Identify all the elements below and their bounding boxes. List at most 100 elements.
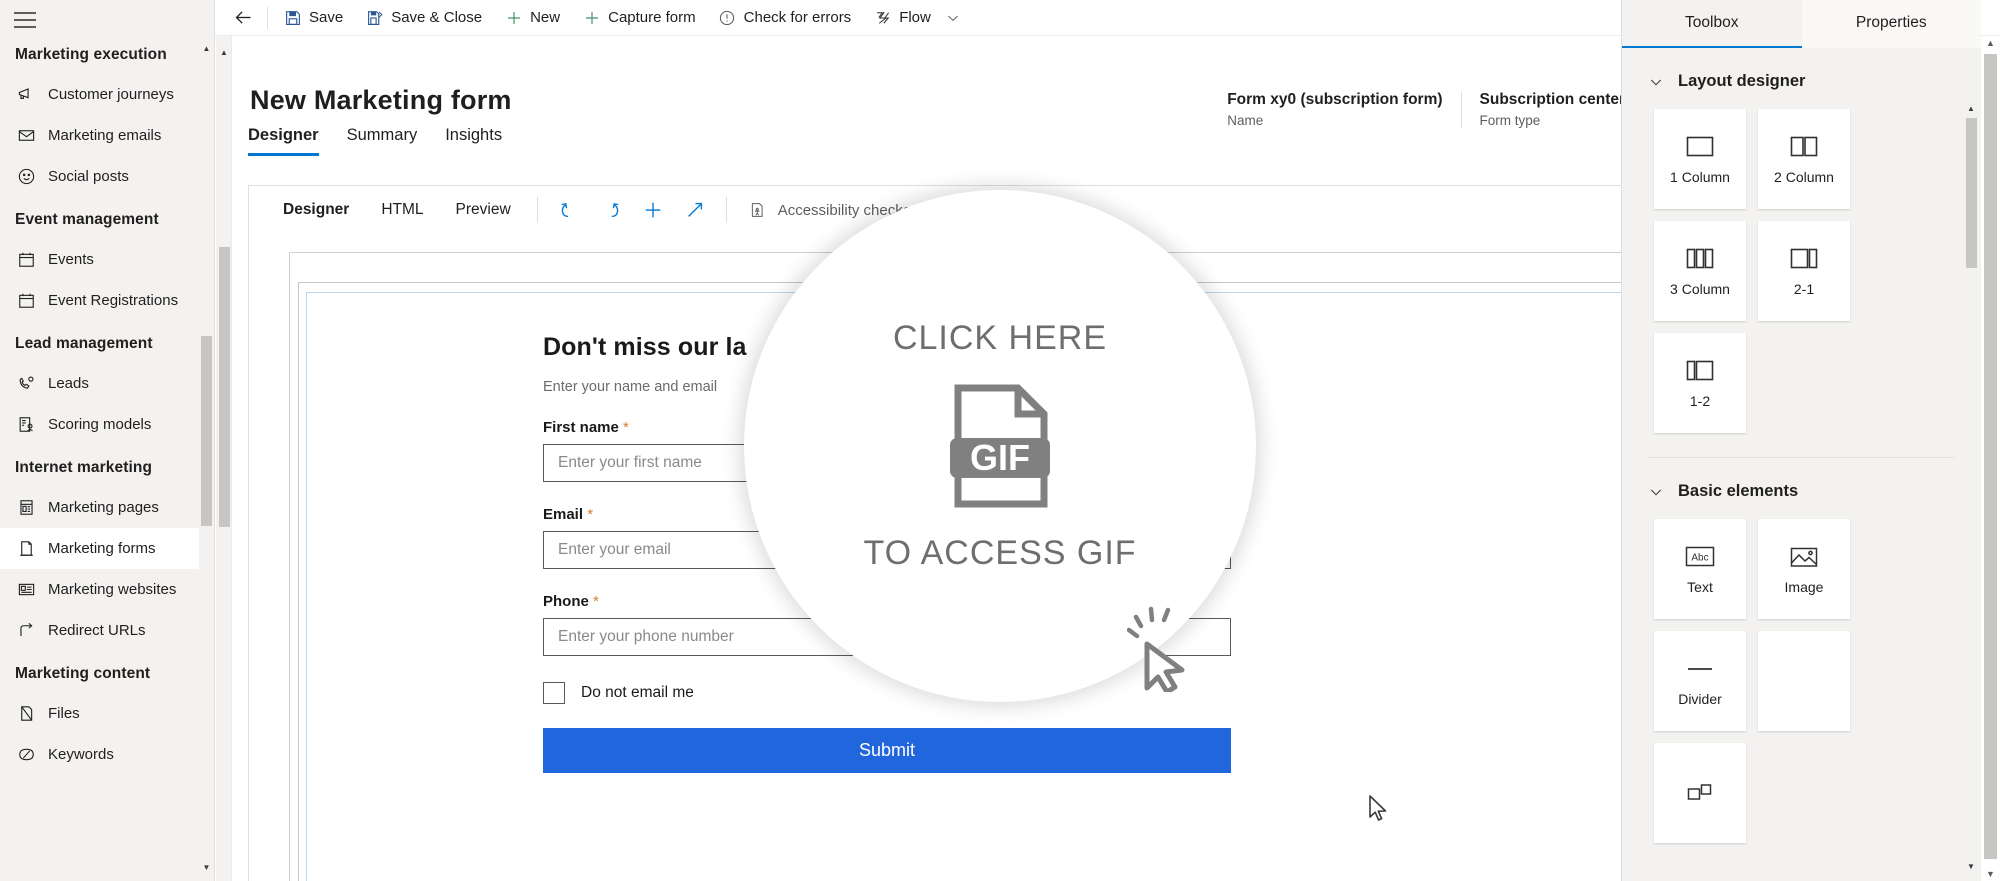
divider-icon (1685, 656, 1715, 682)
scroll-up-arrow[interactable]: ▲ (216, 48, 232, 57)
gif-overlay-bottom-text: TO ACCESS GIF (863, 534, 1137, 572)
header-fact-form-type[interactable]: Subscription center Form type (1460, 91, 1644, 128)
new-button[interactable]: New (493, 0, 571, 36)
mouse-cursor (1368, 795, 1390, 830)
required-asterisk: * (587, 506, 594, 523)
tab-insights[interactable]: Insights (445, 126, 502, 156)
redo-icon[interactable] (590, 193, 632, 227)
sidebar-item-label: Scoring models (48, 416, 152, 433)
scroll-down-arrow[interactable]: ▼ (199, 859, 214, 875)
files-icon (16, 704, 36, 724)
save-and-close-button[interactable]: Save & Close (354, 0, 493, 36)
website-icon (16, 580, 36, 600)
form-field-label-text: First name (543, 419, 619, 436)
plus-icon (504, 8, 523, 27)
card-partial-next-row-1[interactable] (1758, 631, 1850, 731)
calendar-icon (16, 250, 36, 270)
card-2-1-column[interactable]: 2-1 (1758, 221, 1850, 321)
layout-designer-cards: 1 Column 2 Column 3 Column 2-1 1-2 (1622, 91, 1938, 433)
sidebar-item-event-registrations[interactable]: Event Registrations (0, 280, 214, 321)
required-asterisk: * (623, 419, 629, 436)
section-layout-designer[interactable]: Layout designer (1622, 48, 1981, 91)
flow-button-label: Flow (899, 9, 931, 26)
card-partial-next-row-2[interactable] (1654, 743, 1746, 843)
page-scrollbar[interactable]: ▲ ▼ (1981, 36, 2000, 881)
hamburger-icon[interactable] (14, 12, 36, 28)
undo-icon[interactable] (548, 193, 590, 227)
sidebar-item-marketing-forms[interactable]: Marketing forms (0, 528, 214, 569)
page-title: New Marketing form (250, 85, 512, 115)
card-image[interactable]: Image (1758, 519, 1850, 619)
sidebar-item-scoring-models[interactable]: Scoring models (0, 404, 214, 445)
form-field-label-text: Email (543, 506, 584, 523)
toolbox-scrollbar[interactable]: ▲ ▼ (1963, 104, 1979, 871)
scrollbar-thumb[interactable] (1966, 118, 1977, 268)
designer-mode-designer[interactable]: Designer (267, 193, 365, 227)
gif-overlay-top-text: CLICK HERE (892, 319, 1108, 357)
sidebar-item-customer-journeys[interactable]: Customer journeys (0, 74, 214, 115)
save-button[interactable]: Save (272, 0, 354, 36)
chevron-down-icon[interactable] (942, 0, 970, 36)
content-rail-scrollbar[interactable]: ▲ (216, 36, 232, 881)
designer-mode-html[interactable]: HTML (365, 193, 439, 227)
scroll-up-arrow[interactable]: ▲ (199, 40, 214, 56)
save-and-close-button-label: Save & Close (391, 9, 483, 26)
sidebar-item-redirect-urls[interactable]: Redirect URLs (0, 610, 214, 651)
back-arrow-icon[interactable] (223, 0, 263, 36)
capture-form-button-label: Capture form (608, 9, 696, 26)
tab-designer[interactable]: Designer (248, 126, 319, 156)
divider (267, 6, 268, 29)
divider (725, 197, 727, 223)
sidebar-item-label: Leads (48, 375, 89, 392)
sidebar-item-keywords[interactable]: Keywords (0, 734, 214, 775)
sitemap-scrollbar[interactable]: ▲ ▼ (199, 36, 214, 881)
accessibility-checker-icon (749, 201, 768, 220)
header-fact-name[interactable]: Form xy0 (subscription form) Name (1209, 91, 1460, 128)
new-button-label: New (530, 9, 561, 26)
checkbox[interactable] (543, 682, 565, 704)
scrollbar-thumb[interactable] (1984, 54, 1997, 859)
gif-file-icon: GIF (948, 384, 1052, 508)
section-basic-elements[interactable]: Basic elements (1622, 458, 1981, 501)
chevron-down-icon (1648, 484, 1664, 500)
scrollbar-thumb[interactable] (201, 336, 212, 526)
flow-button[interactable]: Flow (862, 0, 942, 36)
scroll-down-arrow[interactable]: ▼ (1981, 869, 2000, 879)
card-text[interactable]: Abc Text (1654, 519, 1746, 619)
capture-form-button[interactable]: Capture form (571, 0, 707, 36)
card-label: Image (1784, 578, 1824, 595)
submit-button[interactable]: Submit (543, 728, 1231, 773)
check-for-errors-button[interactable]: Check for errors (707, 0, 863, 36)
designer-mode-preview[interactable]: Preview (440, 193, 527, 227)
warning-circle-icon (718, 8, 737, 27)
svg-text:Abc: Abc (1691, 553, 1708, 564)
card-label: 2 Column (1774, 168, 1834, 185)
sidebar-item-marketing-websites[interactable]: Marketing websites (0, 569, 214, 610)
tab-properties[interactable]: Properties (1801, 0, 1981, 48)
sidebar-item-files[interactable]: Files (0, 693, 214, 734)
card-1-column[interactable]: 1 Column (1654, 109, 1746, 209)
scroll-down-arrow[interactable]: ▼ (1963, 862, 1979, 871)
card-1-2-column[interactable]: 1-2 (1654, 333, 1746, 433)
scroll-up-arrow[interactable]: ▲ (1981, 38, 2000, 48)
sidebar-item-social-posts[interactable]: Social posts (0, 156, 214, 197)
sidebar-item-marketing-emails[interactable]: Marketing emails (0, 115, 214, 156)
sidebar-item-leads[interactable]: Leads (0, 363, 214, 404)
chevron-down-icon (1648, 74, 1664, 90)
sidebar-item-marketing-pages[interactable]: Marketing pages (0, 487, 214, 528)
header-fact-label: Form type (1479, 113, 1541, 128)
scoring-icon (16, 415, 36, 435)
card-3-column[interactable]: 3 Column (1654, 221, 1746, 321)
page-icon (16, 498, 36, 518)
header-fact-label: Name (1227, 113, 1264, 128)
tab-toolbox[interactable]: Toolbox (1622, 0, 1802, 48)
expand-icon[interactable] (674, 193, 716, 227)
scroll-up-arrow[interactable]: ▲ (1963, 104, 1979, 113)
plus-icon[interactable] (632, 193, 674, 227)
tab-summary[interactable]: Summary (347, 126, 418, 156)
card-2-column[interactable]: 2 Column (1758, 109, 1850, 209)
card-divider[interactable]: Divider (1654, 631, 1746, 731)
sidebar-item-events[interactable]: Events (0, 239, 214, 280)
card-label: 1 Column (1670, 168, 1730, 185)
scrollbar-thumb[interactable] (219, 247, 230, 527)
